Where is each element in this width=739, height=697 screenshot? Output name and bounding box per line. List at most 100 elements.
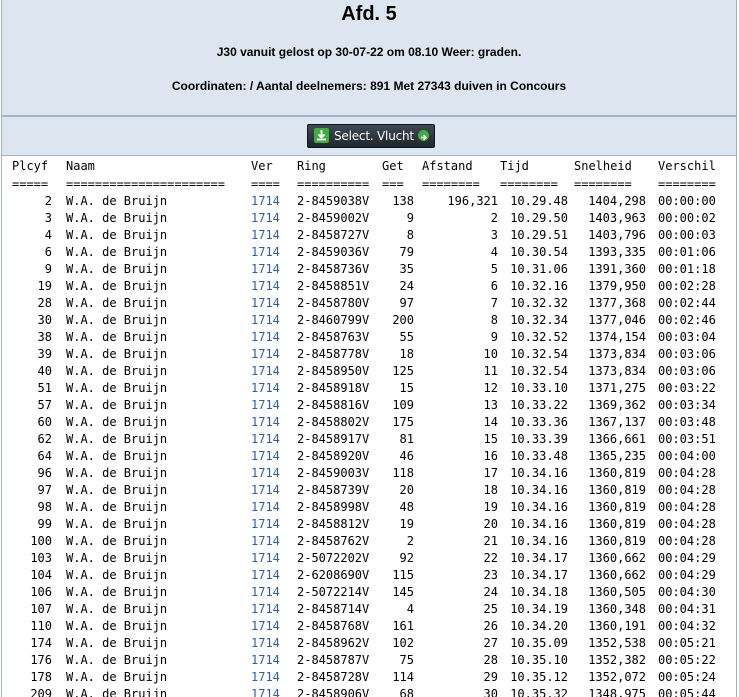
get-cell: 138 — [392, 194, 414, 208]
table-row: 2 W.A. de Bruijn 1714 2-8459038V 138 196,321 1… — [2, 193, 736, 210]
difference-cell: 00:03:22 — [658, 381, 716, 395]
ver-cell[interactable]: 1714 — [251, 669, 291, 686]
place-cell: 106 — [30, 585, 52, 599]
ver-cell[interactable]: 1714 — [251, 499, 291, 516]
ver-cell[interactable]: 1714 — [251, 380, 291, 397]
time-cell: 10.35.10 — [510, 653, 568, 667]
difference-cell: 00:04:29 — [658, 568, 716, 582]
place-cell: 99 — [37, 517, 52, 531]
time-cell: 10.33.36 — [510, 415, 568, 429]
name-cell: W.A. de Bruijn — [66, 432, 168, 446]
ver-cell[interactable]: 1714 — [251, 295, 291, 312]
distance-cell: 7 — [490, 296, 498, 310]
name-cell: W.A. de Bruijn — [66, 466, 168, 480]
ver-cell[interactable]: 1714 — [251, 227, 291, 244]
ver-cell[interactable]: 1714 — [251, 567, 291, 584]
ver-cell[interactable]: 1714 — [251, 618, 291, 635]
ver-cell[interactable]: 1714 — [251, 397, 291, 414]
time-cell: 10.33.48 — [510, 449, 568, 463]
ring-cell: 2-8458780V — [297, 296, 370, 310]
ver-cell[interactable]: 1714 — [251, 550, 291, 567]
speed-cell: 1367,137 — [588, 415, 646, 429]
name-cell: W.A. de Bruijn — [66, 602, 168, 616]
difference-cell: 00:03:06 — [658, 364, 716, 378]
column-header-get: Get — [382, 159, 404, 173]
time-cell: 10.30.54 — [510, 245, 568, 259]
ver-cell[interactable]: 1714 — [251, 448, 291, 465]
difference-cell: 00:03:06 — [658, 347, 716, 361]
distance-cell: 24 — [483, 585, 498, 599]
select-flight-button[interactable]: Select. Vlucht — [307, 124, 435, 148]
name-cell: W.A. de Bruijn — [66, 194, 168, 208]
distance-cell: 196,321 — [447, 194, 498, 208]
table-row: 209 W.A. de Bruijn 1714 2-8458906V 68 30 10.35… — [2, 686, 736, 697]
place-cell: 209 — [30, 687, 52, 697]
get-cell: 15 — [399, 381, 414, 395]
table-row: 28 W.A. de Bruijn 1714 2-8458780V 97 7 10.32.3… — [2, 295, 736, 312]
ring-cell: 2-8458768V — [297, 619, 370, 633]
ver-cell[interactable]: 1714 — [251, 465, 291, 482]
ring-cell: 2-8458962V — [297, 636, 370, 650]
get-cell: 19 — [399, 517, 414, 531]
difference-cell: 00:04:30 — [658, 585, 716, 599]
difference-cell: 00:03:34 — [658, 398, 716, 412]
place-cell: 38 — [37, 330, 52, 344]
ver-cell[interactable]: 1714 — [251, 312, 291, 329]
ver-cell[interactable]: 1714 — [251, 329, 291, 346]
ring-cell: 2-8458920V — [297, 449, 370, 463]
ver-cell[interactable]: 1714 — [251, 193, 291, 210]
name-cell: W.A. de Bruijn — [66, 449, 168, 463]
get-cell: 2 — [406, 534, 414, 548]
difference-cell: 00:01:18 — [658, 262, 716, 276]
ring-cell: 2-8459002V — [297, 211, 370, 225]
get-cell: 161 — [392, 619, 414, 633]
ver-cell[interactable]: 1714 — [251, 686, 291, 697]
distance-cell: 18 — [483, 483, 498, 497]
name-cell: W.A. de Bruijn — [66, 653, 168, 667]
ring-cell: 2-8458787V — [297, 653, 370, 667]
difference-cell: 00:04:32 — [658, 619, 716, 633]
distance-cell: 14 — [483, 415, 498, 429]
difference-cell: 00:02:46 — [658, 313, 716, 327]
results-table: Plcyf Naam Ver Ring Get Afstand Tijd Snelheid Ve… — [1, 156, 737, 697]
ver-cell[interactable]: 1714 — [251, 414, 291, 431]
ver-cell[interactable]: 1714 — [251, 635, 291, 652]
name-cell: W.A. de Bruijn — [66, 687, 168, 697]
ver-cell[interactable]: 1714 — [251, 584, 291, 601]
place-cell: 104 — [30, 568, 52, 582]
ver-cell[interactable]: 1714 — [251, 210, 291, 227]
table-row: 6 W.A. de Bruijn 1714 2-8459036V 79 4 10.30.54… — [2, 244, 736, 261]
ver-cell[interactable]: 1714 — [251, 278, 291, 295]
get-cell: 55 — [399, 330, 414, 344]
ver-cell[interactable]: 1714 — [251, 363, 291, 380]
ver-cell[interactable]: 1714 — [251, 431, 291, 448]
column-header-ring: Ring — [297, 159, 326, 173]
distance-cell: 5 — [490, 262, 498, 276]
ver-cell[interactable]: 1714 — [251, 601, 291, 618]
ver-cell[interactable]: 1714 — [251, 244, 291, 261]
ring-cell: 2-8458762V — [297, 534, 370, 548]
time-cell: 10.29.51 — [510, 228, 568, 242]
name-cell: W.A. de Bruijn — [66, 415, 168, 429]
get-cell: 20 — [399, 483, 414, 497]
header-underline: ======== — [422, 177, 480, 191]
get-cell: 109 — [392, 398, 414, 412]
ver-cell[interactable]: 1714 — [251, 516, 291, 533]
ver-cell[interactable]: 1714 — [251, 261, 291, 278]
ver-cell[interactable]: 1714 — [251, 346, 291, 363]
header-underline: ==== — [251, 177, 280, 191]
difference-cell: 00:00:02 — [658, 211, 716, 225]
table-row: 9 W.A. de Bruijn 1714 2-8458736V 35 5 10.31.06… — [2, 261, 736, 278]
header-underline: ======== — [658, 177, 716, 191]
get-cell: 200 — [392, 313, 414, 327]
ver-cell[interactable]: 1714 — [251, 652, 291, 669]
name-cell: W.A. de Bruijn — [66, 534, 168, 548]
get-cell: 35 — [399, 262, 414, 276]
ver-cell[interactable]: 1714 — [251, 533, 291, 550]
ver-cell[interactable]: 1714 — [251, 482, 291, 499]
place-cell: 30 — [37, 313, 52, 327]
time-cell: 10.34.16 — [510, 534, 568, 548]
get-cell: 125 — [392, 364, 414, 378]
difference-cell: 00:03:51 — [658, 432, 716, 446]
get-cell: 18 — [399, 347, 414, 361]
